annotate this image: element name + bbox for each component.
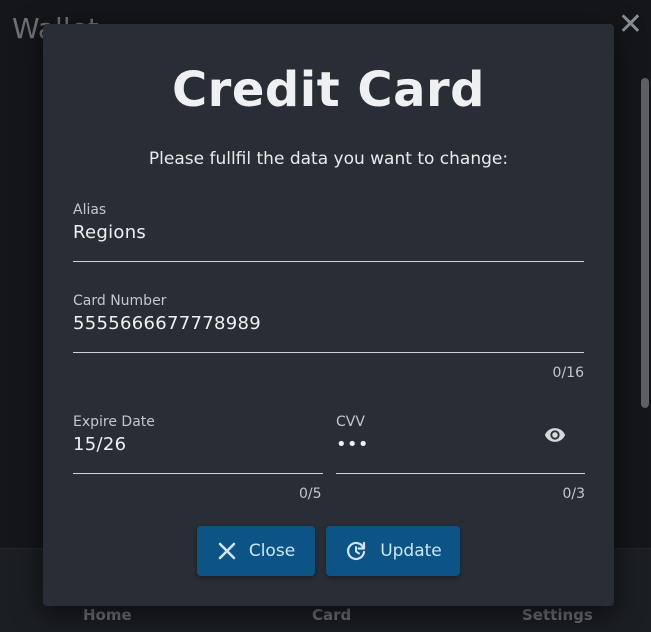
alias-label: Alias — [73, 202, 107, 218]
nav-item-card[interactable]: Card — [312, 606, 351, 624]
credit-card-dialog: Credit Card Please fullfil the data you … — [43, 24, 614, 606]
nav-item-home[interactable]: Home — [83, 606, 132, 624]
nav-item-settings[interactable]: Settings — [522, 606, 593, 624]
close-icon — [217, 541, 237, 561]
card-number-field[interactable]: Card Number 5555666677778989 — [73, 293, 584, 353]
expire-date-input[interactable]: 15/26 — [73, 434, 126, 455]
dialog-subtitle: Please fullfil the data you want to chan… — [148, 149, 509, 169]
card-number-input[interactable]: 5555666677778989 — [73, 313, 261, 334]
alias-field[interactable]: Alias Regions — [73, 202, 584, 262]
cvv-counter: 0/3 — [562, 486, 585, 502]
alias-input[interactable]: Regions — [73, 222, 146, 243]
cvv-field[interactable]: CVV ••• — [336, 414, 585, 474]
expire-date-field[interactable]: Expire Date 15/26 — [73, 414, 323, 474]
close-button-label: Close — [248, 541, 296, 561]
cvv-label: CVV — [336, 414, 365, 430]
close-icon[interactable]: ✕ — [618, 10, 643, 40]
refresh-icon — [344, 539, 368, 563]
scrollbar[interactable] — [641, 78, 649, 408]
cvv-input[interactable]: ••• — [336, 434, 369, 455]
dialog-title: Credit Card — [171, 62, 486, 118]
close-button[interactable]: Close — [197, 526, 315, 576]
update-button[interactable]: Update — [326, 526, 460, 576]
eye-icon[interactable] — [540, 424, 570, 450]
card-number-label: Card Number — [73, 293, 167, 309]
card-number-counter: 0/16 — [552, 365, 584, 381]
expire-date-counter: 0/5 — [299, 486, 322, 502]
expire-date-label: Expire Date — [73, 414, 155, 430]
update-button-label: Update — [380, 541, 442, 561]
